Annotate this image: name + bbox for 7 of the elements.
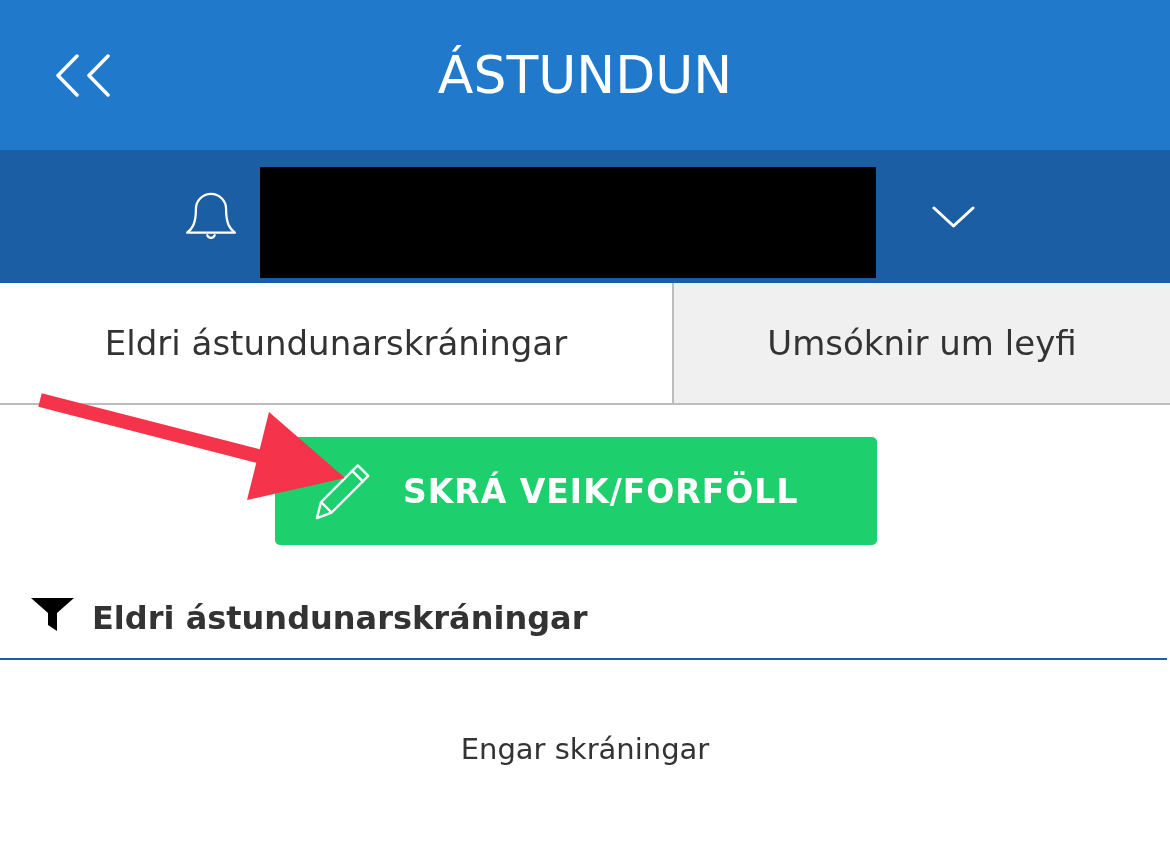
page-title: ÁSTUNDUN [437,45,733,105]
section-heading: Eldri ástundunarskráningar [92,599,588,637]
tab[interactable]: Umsóknir um leyfi [672,283,1170,403]
empty-state-text: Engar skráningar [460,732,710,766]
filter-icon[interactable] [31,597,74,631]
double-chevron-left-icon[interactable] [55,53,111,97]
chevron-down-icon[interactable] [932,205,975,228]
